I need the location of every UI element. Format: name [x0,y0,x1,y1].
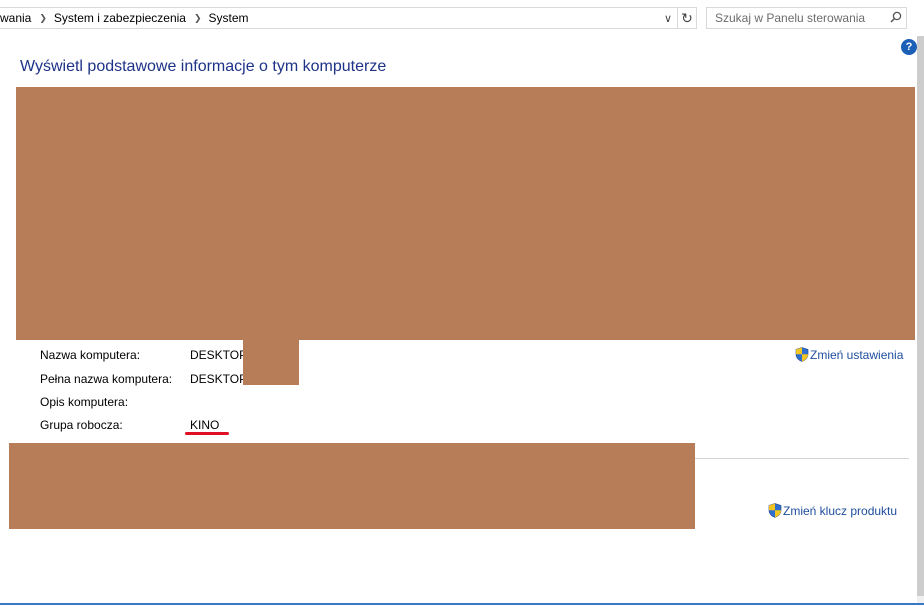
breadcrumb-item-system-security[interactable]: System i zabezpieczenia [54,11,186,25]
workgroup-value: KINO [190,418,220,432]
change-product-key-link[interactable]: Zmień klucz produktu [768,503,897,518]
chevron-right-icon[interactable]: ❯ [194,13,202,24]
redacted-region-computer-name [243,340,299,385]
change-settings-label[interactable]: Zmień ustawienia [810,348,903,362]
redacted-region-windows-edition [16,87,915,340]
computer-name-label: Nazwa komputera: [40,348,141,362]
chevron-right-icon[interactable]: ❯ [39,13,47,24]
breadcrumb-item-system[interactable]: System [209,11,249,25]
change-settings-link[interactable]: Zmień ustawienia [795,347,903,362]
search-icon[interactable] [886,11,906,26]
workgroup-label: Grupa robocza: [40,418,123,432]
computer-description-label: Opis komputera: [40,395,129,409]
uac-shield-icon [768,503,782,518]
address-bar[interactable]: wania ❯ System i zabezpieczenia ❯ System… [0,7,697,29]
change-product-key-label[interactable]: Zmień klucz produktu [783,504,897,518]
page-title: Wyświetl podstawowe informacje o tym kom… [20,58,387,75]
uac-shield-icon [795,347,809,362]
search-input[interactable]: Szukaj w Panelu sterowania [706,7,907,29]
full-computer-name-label: Pełna nazwa komputera: [40,372,173,386]
search-placeholder: Szukaj w Panelu sterowania [715,11,866,25]
chevron-down-icon[interactable]: ∨ [658,8,677,28]
full-computer-name-value: DESKTOP- [190,372,252,386]
redacted-region-activation [9,443,695,529]
breadcrumb-item-control-panel[interactable]: wania [0,11,31,25]
scrollbar-thumb[interactable] [917,36,924,596]
computer-name-value: DESKTOP- [190,348,252,362]
help-icon[interactable]: ? [901,39,917,55]
section-divider [695,458,909,459]
workgroup-highlight-underline [185,432,229,435]
refresh-icon[interactable]: ↻ [677,8,696,28]
